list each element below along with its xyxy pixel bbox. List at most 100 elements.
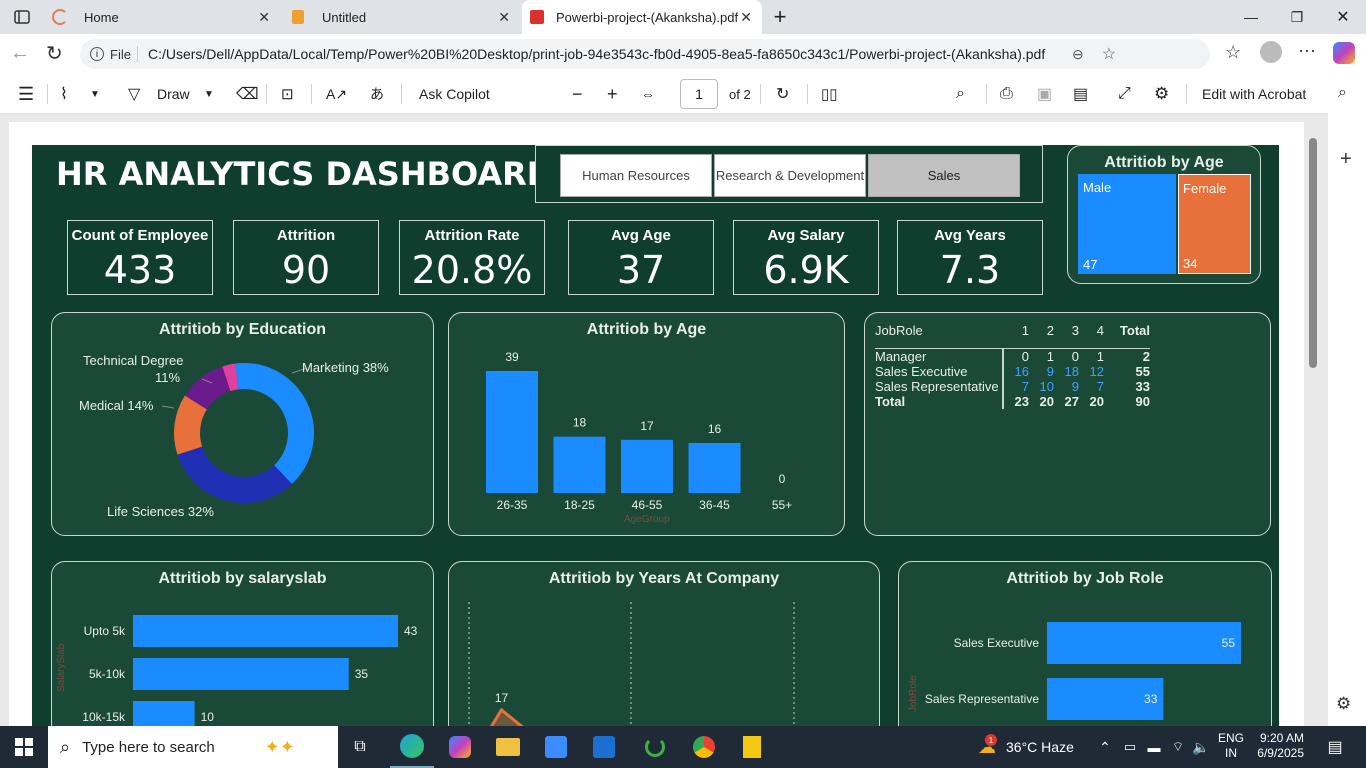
weather-icon[interactable]: ☁ bbox=[972, 726, 1002, 768]
donut-slice[interactable] bbox=[177, 446, 292, 503]
tab-home[interactable]: Home ✕ bbox=[44, 0, 280, 34]
tab-pdf[interactable]: Powerbi-project-(Akanksha).pdf ✕ bbox=[522, 0, 762, 34]
chevron-up-icon[interactable]: ⌃ bbox=[1096, 726, 1114, 768]
taskbar-search-box[interactable]: ⌕ Type here to search ✦✦ bbox=[48, 726, 338, 768]
weather-text[interactable]: 36°C Haze bbox=[1006, 726, 1074, 768]
draw-button[interactable]: Draw bbox=[157, 74, 190, 114]
slicer-research-development[interactable]: Research & Development bbox=[714, 154, 866, 197]
settings-gear-icon[interactable]: ⚙ bbox=[1154, 74, 1169, 114]
ask-copilot-button[interactable]: Ask Copilot bbox=[419, 74, 490, 114]
text-box-icon[interactable]: ⊡ bbox=[281, 74, 294, 114]
translate-icon[interactable]: あ bbox=[370, 74, 384, 114]
fit-page-icon[interactable]: ⇔ bbox=[641, 74, 655, 114]
bar[interactable] bbox=[133, 615, 398, 647]
scrollbar-thumb[interactable] bbox=[1309, 138, 1317, 368]
window-close-icon[interactable]: ✕ bbox=[1320, 0, 1366, 34]
volume-icon[interactable]: 🔈 bbox=[1190, 726, 1212, 768]
page-number-input[interactable]: 1 bbox=[680, 79, 718, 109]
copilot-icon[interactable] bbox=[1333, 42, 1355, 64]
search-icon[interactable]: ⌕ bbox=[1338, 84, 1347, 102]
data-label: 33 bbox=[1144, 692, 1158, 706]
back-icon[interactable]: ← bbox=[10, 42, 30, 65]
erase-icon[interactable]: ⌫ bbox=[236, 74, 259, 114]
kpi-count-employee: Count of Employee 433 bbox=[67, 220, 213, 295]
donut-slice[interactable] bbox=[222, 363, 239, 392]
close-icon[interactable]: ✕ bbox=[740, 9, 752, 26]
refresh-icon[interactable]: ↻ bbox=[46, 41, 63, 66]
read-aloud-icon[interactable]: A↗ bbox=[326, 74, 347, 114]
page-view-icon[interactable]: ▯▯ bbox=[821, 74, 838, 114]
new-tab-icon[interactable]: + bbox=[768, 0, 792, 34]
windows-start-icon[interactable] bbox=[0, 726, 48, 768]
matrix-total-row: Total 23 20 27 20 90 bbox=[875, 394, 1150, 409]
address-bar[interactable]: i File C:/Users/Dell/AppData/Local/Temp/… bbox=[80, 39, 1210, 69]
tab-actions-icon[interactable] bbox=[8, 0, 36, 34]
add-icon[interactable]: + bbox=[1340, 148, 1352, 171]
battery-icon[interactable]: ▬ bbox=[1144, 726, 1164, 768]
chevron-down-icon[interactable]: ▼ bbox=[204, 74, 214, 114]
fullscreen-icon[interactable]: ⤢ bbox=[1118, 74, 1131, 114]
wifi-icon[interactable]: ⌔ bbox=[1168, 726, 1188, 768]
matrix-header: 2 bbox=[1046, 323, 1054, 338]
slicer-human-resources[interactable]: Human Resources bbox=[560, 154, 712, 197]
copilot-app-icon[interactable] bbox=[438, 726, 482, 768]
minimize-icon[interactable]: — bbox=[1228, 0, 1274, 34]
file-explorer-icon[interactable] bbox=[486, 726, 530, 768]
gender-female-tile[interactable]: Female 34 bbox=[1178, 174, 1251, 274]
url-text[interactable]: C:/Users/Dell/AppData/Local/Temp/Power%2… bbox=[148, 46, 1058, 62]
clock[interactable]: 9:20 AM 6/9/2025 bbox=[1254, 731, 1304, 761]
highlight-icon[interactable]: ⌇ bbox=[60, 74, 68, 114]
scrollbar[interactable] bbox=[1306, 120, 1320, 720]
outlook-icon[interactable] bbox=[582, 726, 626, 768]
bar[interactable] bbox=[621, 439, 673, 493]
save-as-icon[interactable]: ▤ bbox=[1073, 74, 1088, 114]
spinner-app-icon[interactable] bbox=[630, 726, 680, 768]
store-icon[interactable] bbox=[534, 726, 578, 768]
language-indicator[interactable]: ENG IN bbox=[1218, 731, 1244, 761]
rotate-icon[interactable]: ↻ bbox=[776, 74, 789, 114]
close-icon[interactable]: ✕ bbox=[498, 9, 510, 26]
powerbi-icon[interactable] bbox=[730, 726, 774, 768]
search-icon: ⌕ bbox=[60, 736, 71, 757]
profile-avatar[interactable] bbox=[1260, 41, 1282, 63]
favorites-icon[interactable]: ☆ bbox=[1225, 42, 1241, 63]
bar[interactable] bbox=[1047, 622, 1241, 664]
draw-icon[interactable]: ▽ bbox=[128, 74, 140, 114]
print-icon[interactable]: ⎙ bbox=[1000, 74, 1013, 114]
clock-date: 6/9/2025 bbox=[1257, 746, 1304, 760]
donut-slice[interactable] bbox=[243, 363, 314, 485]
more-icon[interactable]: ··· bbox=[1298, 40, 1316, 61]
series-line[interactable] bbox=[469, 707, 827, 726]
tab-untitled[interactable]: Untitled ✕ bbox=[284, 0, 520, 34]
kpi-value: 90 bbox=[281, 248, 331, 292]
save-icon[interactable]: ▣ bbox=[1037, 74, 1052, 114]
chrome-icon[interactable] bbox=[682, 726, 726, 768]
restore-icon[interactable]: ❐ bbox=[1274, 0, 1320, 34]
gender-male-tile[interactable]: Male 47 bbox=[1078, 174, 1176, 274]
notifications-icon[interactable]: ▤ bbox=[1320, 726, 1350, 768]
search-icon[interactable]: ⌕ bbox=[956, 74, 965, 114]
slicer-sales[interactable]: Sales bbox=[868, 154, 1020, 197]
settings-gear-icon[interactable]: ⚙ bbox=[1336, 694, 1351, 714]
contents-icon[interactable]: ☰ bbox=[18, 74, 34, 114]
bar[interactable] bbox=[553, 436, 606, 493]
bar[interactable] bbox=[133, 701, 195, 726]
donut-slice[interactable] bbox=[174, 395, 208, 455]
salary-bar-chart: Upto 5k 43 5k-10k 35 10k-15k 10 bbox=[82, 615, 418, 726]
favorite-star-icon[interactable]: ☆ bbox=[1102, 44, 1116, 64]
task-view-icon[interactable]: ⧉ bbox=[340, 726, 380, 768]
zoom-icon[interactable]: ⊖ bbox=[1072, 46, 1084, 63]
zoom-in-icon[interactable]: + bbox=[607, 74, 618, 114]
close-icon[interactable]: ✕ bbox=[258, 9, 270, 26]
bar[interactable] bbox=[688, 442, 741, 493]
meet-icon[interactable]: ▭ bbox=[1120, 726, 1140, 768]
info-icon[interactable]: i bbox=[90, 47, 104, 61]
edge-icon[interactable] bbox=[390, 726, 434, 768]
bar[interactable] bbox=[486, 371, 538, 493]
tick-label: 10k-15k bbox=[82, 710, 126, 724]
lang-line1: ENG bbox=[1218, 731, 1245, 745]
chevron-down-icon[interactable]: ▼ bbox=[90, 74, 100, 114]
zoom-out-icon[interactable]: − bbox=[572, 74, 583, 114]
edit-acrobat-button[interactable]: Edit with Acrobat bbox=[1202, 74, 1306, 114]
bar[interactable] bbox=[133, 658, 349, 690]
